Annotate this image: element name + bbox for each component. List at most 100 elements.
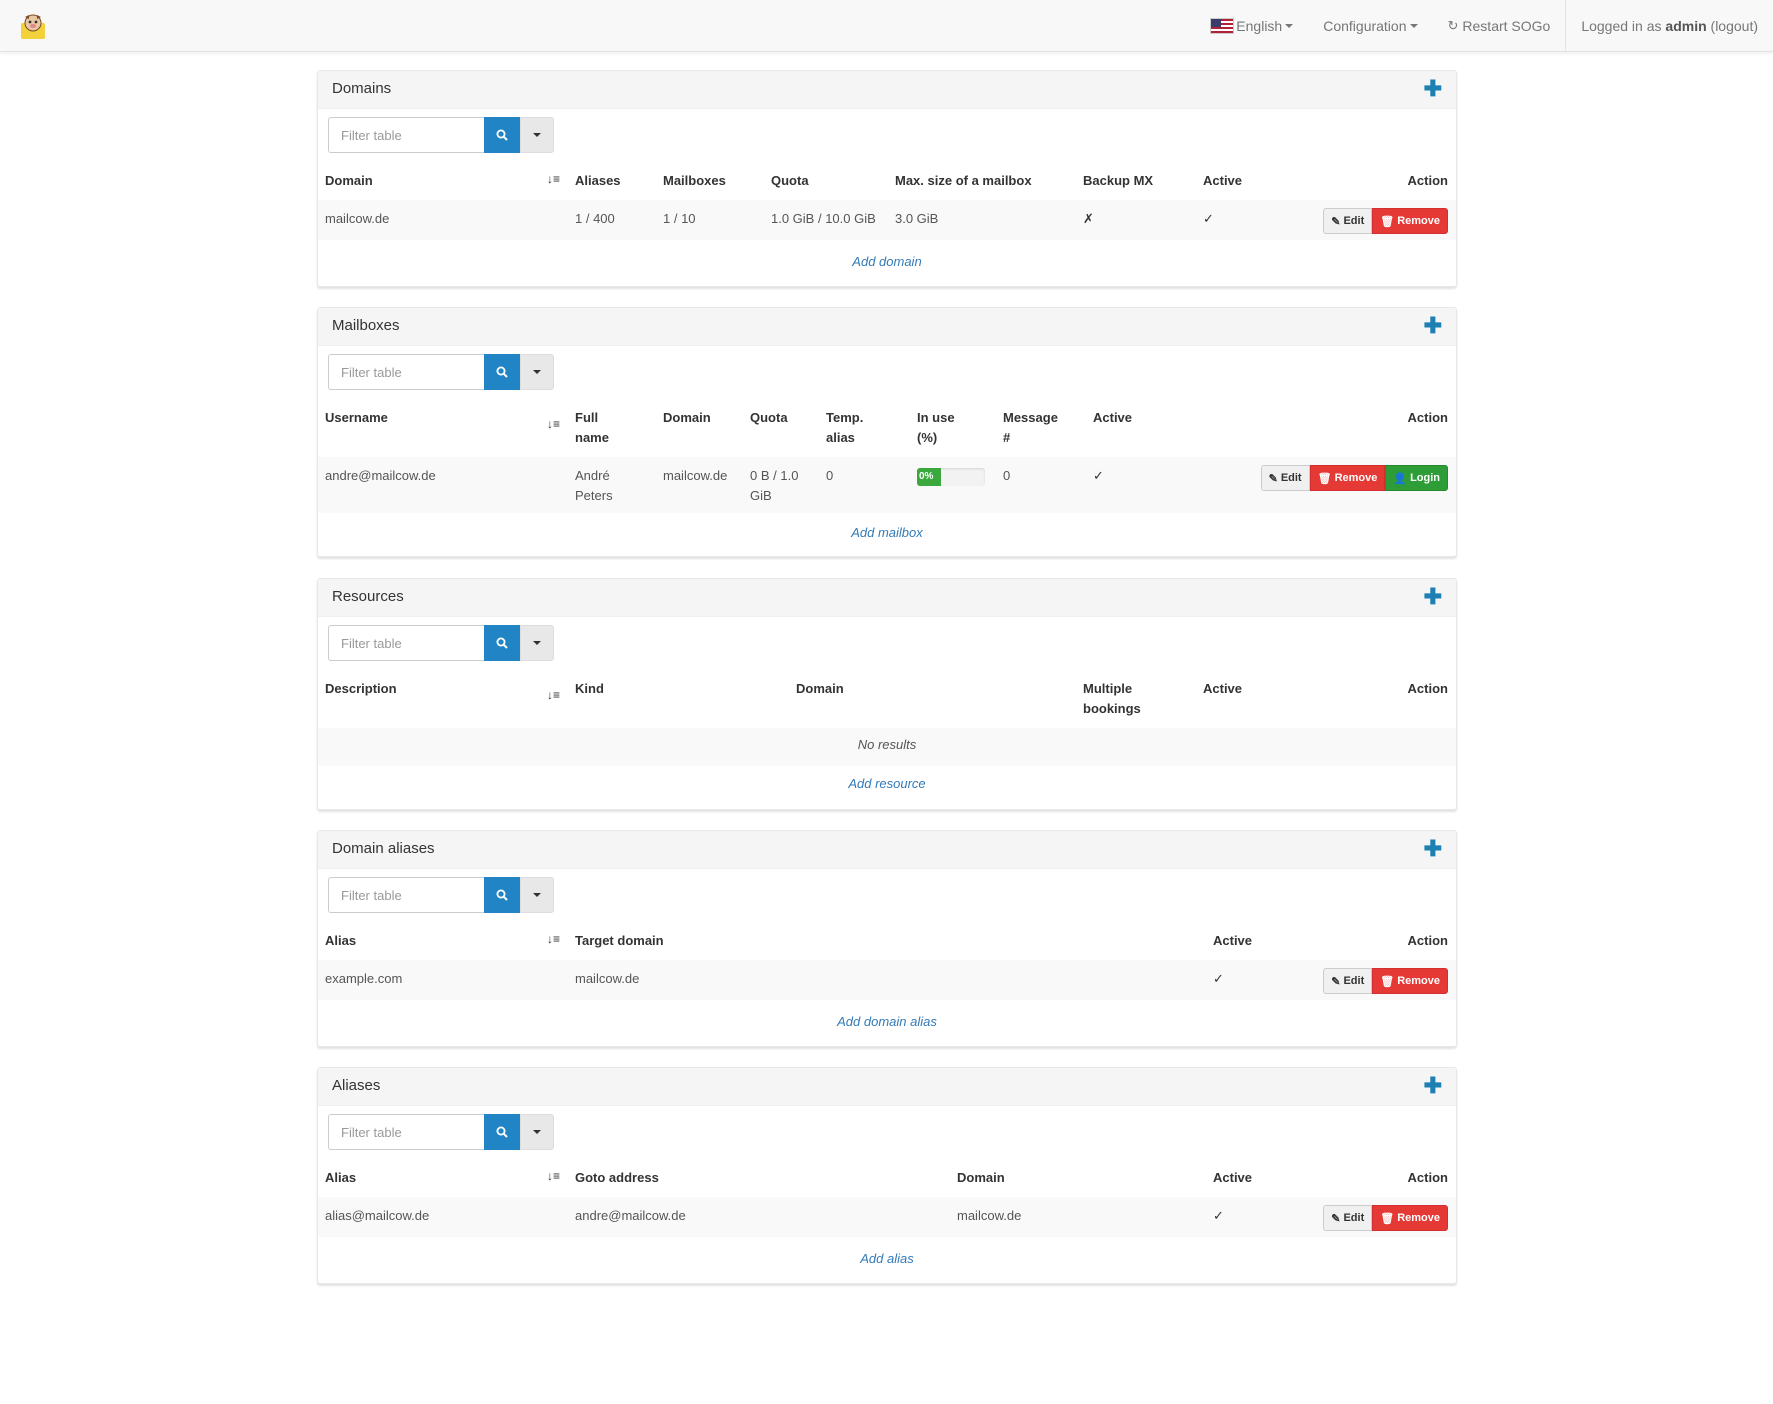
col-header-active[interactable]: Active xyxy=(1203,679,1242,699)
cell-active: ✓ xyxy=(1213,1208,1224,1223)
search-button[interactable] xyxy=(484,117,520,153)
pencil-icon: ✎ xyxy=(1331,1212,1341,1225)
mailcow-logo[interactable] xyxy=(18,11,48,41)
edit-button[interactable]: ✎ Edit xyxy=(1323,208,1373,234)
col-header-full-name[interactable]: name xyxy=(575,428,609,448)
caret-down-icon xyxy=(533,641,541,645)
remove-button[interactable]: 🗑 Remove xyxy=(1372,208,1448,234)
col-header-kind[interactable]: Kind xyxy=(575,679,604,699)
panel-title: Domain aliases xyxy=(332,840,435,857)
col-header-description[interactable]: Description xyxy=(325,679,397,699)
configuration-menu[interactable]: Configuration xyxy=(1308,0,1432,51)
col-header-username[interactable]: Username xyxy=(325,408,388,428)
col-header[interactable]: Aliases xyxy=(575,171,621,191)
col-header[interactable]: Mailboxes xyxy=(663,171,726,191)
col-header[interactable]: Quota xyxy=(771,171,809,191)
col-header[interactable]: Active xyxy=(1203,171,1242,191)
sort-alpha-icon[interactable]: ↓≡ xyxy=(547,1169,560,1183)
search-button[interactable] xyxy=(484,1114,520,1150)
col-header-domain[interactable]: Domain xyxy=(957,1168,1005,1188)
filter-dropdown-button[interactable] xyxy=(520,877,554,913)
col-header-multiple-bookings[interactable]: Multiple xyxy=(1083,679,1132,699)
filter-input[interactable] xyxy=(328,877,484,913)
add-resource-link[interactable]: Add resource xyxy=(318,776,1456,791)
search-button[interactable] xyxy=(484,625,520,661)
add-mailbox-plus-icon[interactable]: ✚ xyxy=(1424,313,1442,339)
panel-title: Domains xyxy=(332,80,392,97)
col-header-temp-alias[interactable]: alias xyxy=(826,428,855,448)
row-actions: ✎ Edit 🗑 Remove xyxy=(1323,1205,1448,1231)
caret-down-icon xyxy=(533,370,541,374)
logged-in-user: admin xyxy=(1665,17,1707,34)
filter-dropdown-button[interactable] xyxy=(520,354,554,390)
col-header-multiple-bookings[interactable]: bookings xyxy=(1083,699,1141,719)
add-alias-link[interactable]: Add alias xyxy=(318,1251,1456,1266)
col-header: Action xyxy=(1407,173,1448,188)
filter-input[interactable] xyxy=(328,354,484,390)
col-header-action: Action xyxy=(1407,681,1448,696)
col-header-domain[interactable]: Domain xyxy=(796,679,844,699)
search-icon xyxy=(496,889,508,901)
col-header-full-name[interactable]: Full xyxy=(575,408,598,428)
col-header-in-use[interactable]: (%) xyxy=(917,428,937,448)
sort-alpha-icon[interactable]: ↓≡ xyxy=(547,688,560,702)
cell-temp-alias: 0 xyxy=(826,468,834,483)
add-resource-plus-icon[interactable]: ✚ xyxy=(1424,584,1442,610)
remove-button[interactable]: 🗑 Remove xyxy=(1372,968,1448,994)
edit-button[interactable]: ✎ Edit xyxy=(1260,465,1310,491)
add-domain-link[interactable]: Add domain xyxy=(318,254,1456,269)
col-header-active[interactable]: Active xyxy=(1213,1168,1252,1188)
filter-input[interactable] xyxy=(328,1114,484,1150)
add-domain-alias-plus-icon[interactable]: ✚ xyxy=(1424,836,1442,862)
domain-aliases-panel: Domain aliases ✚ Alias ↓≡ Target domain … xyxy=(317,830,1457,1047)
filter-dropdown-button[interactable] xyxy=(520,1114,554,1150)
cell-backup-mx: ✗ xyxy=(1083,211,1094,226)
col-header-messages[interactable]: # xyxy=(1003,428,1010,448)
add-mailbox-link[interactable]: Add mailbox xyxy=(318,525,1456,540)
search-button[interactable] xyxy=(484,354,520,390)
col-header-in-use[interactable]: In use xyxy=(917,408,955,428)
add-alias-plus-icon[interactable]: ✚ xyxy=(1424,1073,1442,1099)
col-header-alias[interactable]: Alias xyxy=(325,931,356,951)
edit-button[interactable]: ✎ Edit xyxy=(1323,968,1373,994)
language-menu[interactable]: English xyxy=(1195,0,1308,51)
usage-progress-bar: 0% xyxy=(917,468,985,486)
sort-alpha-icon[interactable]: ↓≡ xyxy=(547,172,560,186)
add-domain-alias-link[interactable]: Add domain alias xyxy=(318,1014,1456,1029)
add-domain-plus-icon[interactable]: ✚ xyxy=(1424,76,1442,102)
col-header-goto-address[interactable]: Goto address xyxy=(575,1168,659,1188)
pencil-icon: ✎ xyxy=(1331,215,1341,228)
col-header-quota[interactable]: Quota xyxy=(750,408,788,428)
col-header[interactable]: Max. size of a mailbox xyxy=(895,171,1032,191)
filter-input[interactable] xyxy=(328,625,484,661)
edit-button[interactable]: ✎ Edit xyxy=(1323,1205,1373,1231)
sort-alpha-icon[interactable]: ↓≡ xyxy=(547,417,560,431)
filter-dropdown-button[interactable] xyxy=(520,625,554,661)
col-header-target-domain[interactable]: Target domain xyxy=(575,931,664,951)
no-results-text: No results xyxy=(857,737,917,752)
col-header-domain[interactable]: Domain xyxy=(663,408,711,428)
login-button[interactable]: 👤 Login xyxy=(1385,465,1448,491)
search-button[interactable] xyxy=(484,877,520,913)
logout-link[interactable]: (logout) xyxy=(1711,18,1758,34)
col-header-active[interactable]: Active xyxy=(1093,408,1132,428)
cell-domain: mailcow.de xyxy=(325,211,390,226)
caret-down-icon xyxy=(533,893,541,897)
remove-label: Remove xyxy=(1334,472,1378,484)
filter-input[interactable] xyxy=(328,117,484,153)
search-icon xyxy=(496,1126,508,1138)
col-header-alias[interactable]: Alias xyxy=(325,1168,356,1188)
remove-button[interactable]: 🗑 Remove xyxy=(1309,465,1386,491)
usage-label: 0% xyxy=(919,471,934,482)
filter-dropdown-button[interactable] xyxy=(520,117,554,153)
cell-quota: 1.0 GiB / 10.0 GiB xyxy=(771,211,876,226)
col-header[interactable]: Domain xyxy=(325,171,373,191)
sort-alpha-icon[interactable]: ↓≡ xyxy=(547,932,560,946)
restart-sogo-link[interactable]: ↻ Restart SOGo xyxy=(1433,0,1566,51)
row-actions: ✎ Edit 🗑 Remove xyxy=(1323,208,1448,234)
col-header-temp-alias[interactable]: Temp. xyxy=(826,408,863,428)
col-header-active[interactable]: Active xyxy=(1213,931,1252,951)
remove-button[interactable]: 🗑 Remove xyxy=(1372,1205,1448,1231)
col-header-messages[interactable]: Message xyxy=(1003,408,1058,428)
col-header[interactable]: Backup MX xyxy=(1083,171,1153,191)
